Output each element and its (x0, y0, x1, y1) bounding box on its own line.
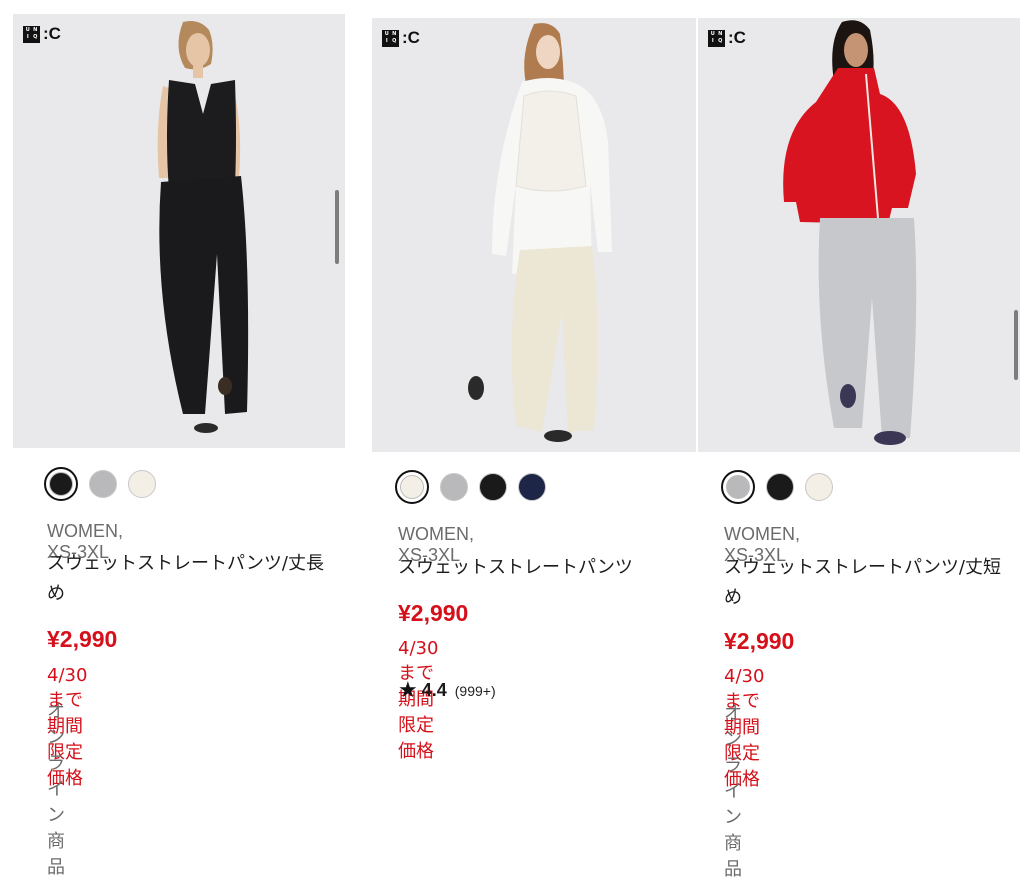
star-icon: ★ (398, 678, 418, 703)
color-swatch-black[interactable] (766, 473, 794, 501)
color-swatches (721, 470, 833, 504)
product-price: ¥2,990 (47, 626, 118, 652)
product-image[interactable]: UNIQ :C (13, 14, 345, 448)
product-rating[interactable]: ★ 4.4 (999+) (398, 678, 496, 703)
color-swatch-offwhite[interactable] (128, 470, 156, 498)
model-figure (783, 20, 917, 445)
product-price: ¥2,990 (398, 600, 469, 626)
color-swatch-gray[interactable] (89, 470, 117, 498)
rating-score: 4.4 (421, 680, 447, 700)
color-swatches (395, 470, 546, 504)
product-name[interactable]: スウェットストレートパンツ/丈長め (47, 549, 327, 609)
scrollbar-thumb[interactable] (335, 190, 339, 264)
color-swatch-black[interactable] (44, 467, 78, 501)
color-swatch-offwhite[interactable] (805, 473, 833, 501)
product-name[interactable]: スウェットストレートパンツ/丈短め (724, 553, 1004, 613)
scrollbar-thumb[interactable] (1014, 310, 1018, 380)
product-name[interactable]: スウェットストレートパンツ (398, 553, 678, 583)
product-image[interactable]: UNIQ :C (372, 18, 696, 452)
color-swatch-gray[interactable] (721, 470, 755, 504)
color-swatch-offwhite[interactable] (395, 470, 429, 504)
online-only-label: オンライン商品 (724, 703, 742, 880)
product-price: ¥2,990 (724, 628, 795, 654)
color-swatch-black[interactable] (479, 473, 507, 501)
review-count: (999+) (454, 682, 496, 699)
product-image[interactable]: UNIQ :C (698, 18, 1020, 452)
model-figure (468, 23, 612, 442)
color-swatches (44, 467, 156, 501)
model-figure (157, 21, 249, 433)
color-swatch-gray[interactable] (440, 473, 468, 501)
color-swatch-navy[interactable] (518, 473, 546, 501)
online-only-label: オンライン商品 (47, 701, 65, 878)
